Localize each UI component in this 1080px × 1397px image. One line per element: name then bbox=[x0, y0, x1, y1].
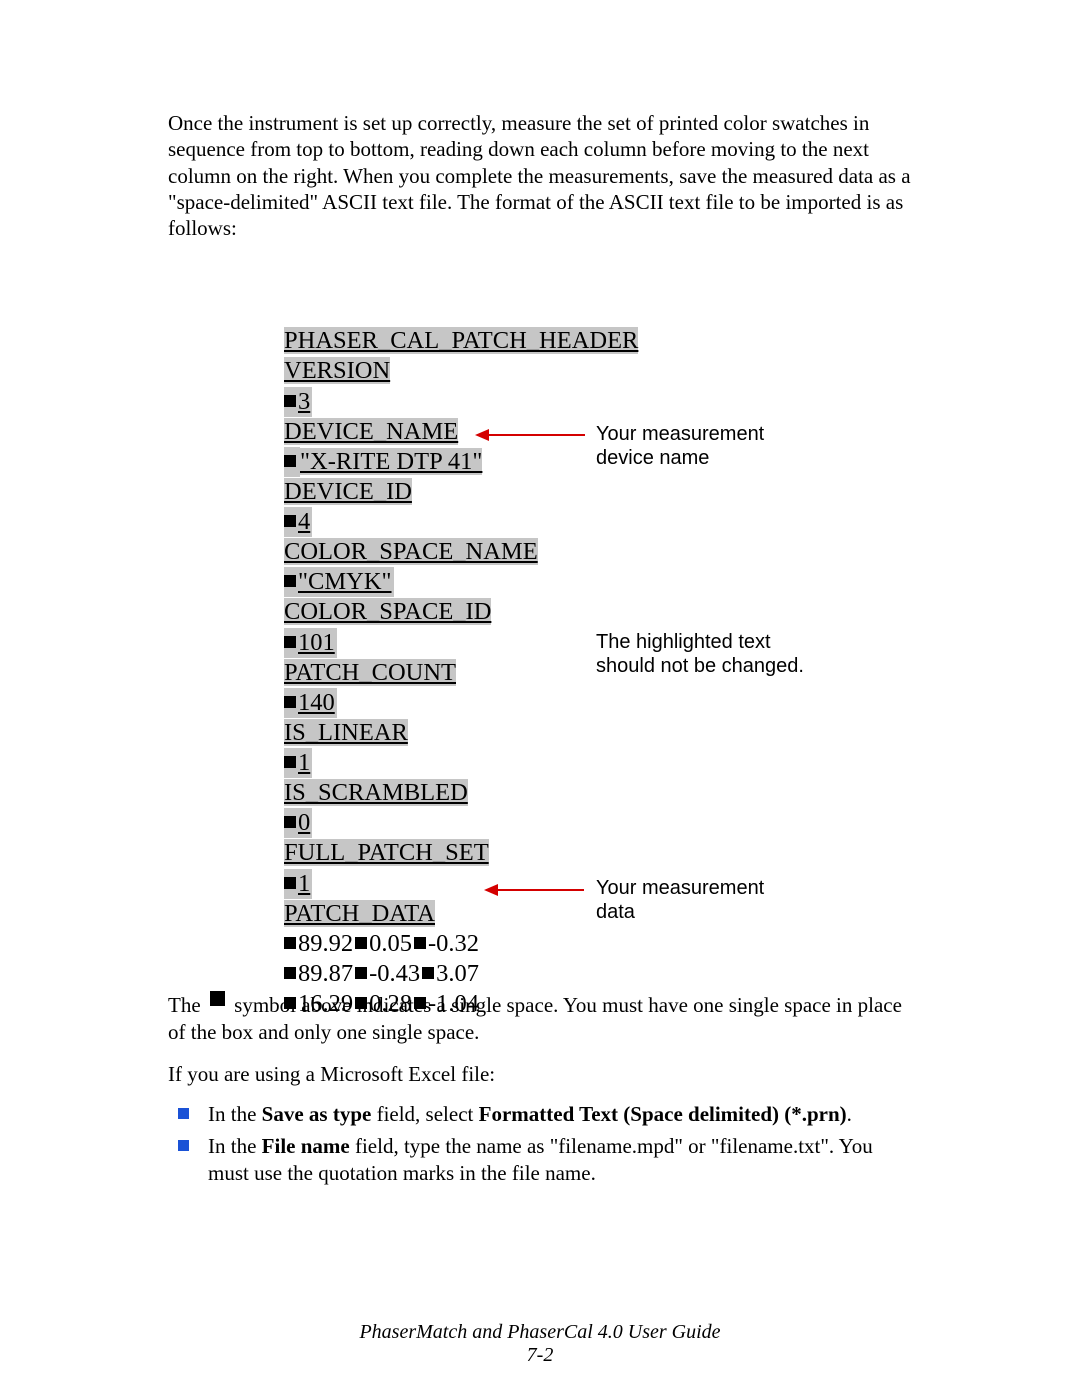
code-line: PATCH_DATA bbox=[284, 900, 435, 927]
arrow-icon bbox=[487, 434, 585, 436]
space-symbol-icon bbox=[284, 395, 296, 407]
space-symbol-icon bbox=[284, 816, 296, 828]
data-line: 89.920.05-0.32 bbox=[284, 929, 596, 959]
space-symbol-icon bbox=[284, 575, 296, 587]
space-symbol-icon bbox=[284, 515, 296, 527]
code-line: "CMYK" bbox=[298, 568, 392, 595]
data-line: 16.290.28-1.04 bbox=[284, 989, 596, 1019]
excel-intro: If you are using a Microsoft Excel file: bbox=[168, 1061, 912, 1087]
space-symbol-icon bbox=[284, 636, 296, 648]
list-item: In the File name field, type the name as… bbox=[200, 1133, 912, 1187]
code-line: 1 bbox=[298, 870, 310, 897]
space-symbol-icon bbox=[355, 937, 367, 949]
code-line: 4 bbox=[298, 508, 310, 535]
page-number: 7-2 bbox=[168, 1344, 912, 1367]
annotation-data: Your measurement data bbox=[596, 876, 806, 924]
code-line: PHASER_CAL_PATCH_HEADER bbox=[284, 327, 638, 354]
device-name-value: "X-RITE DTP 41" bbox=[300, 448, 482, 475]
space-symbol-icon bbox=[284, 696, 296, 708]
annotation-device-name: Your measurement device name bbox=[596, 422, 806, 470]
code-line: FULL_PATCH_SET bbox=[284, 839, 489, 866]
space-symbol-icon bbox=[355, 997, 367, 1009]
ascii-format-figure: PHASER_CAL_PATCH_HEADER VERSION 3 DEVICE… bbox=[262, 286, 818, 952]
code-line: VERSION bbox=[284, 357, 390, 384]
code-line: 101 bbox=[298, 629, 335, 656]
arrow-icon bbox=[496, 889, 584, 891]
code-line: COLOR_SPACE_ID bbox=[284, 598, 491, 625]
space-symbol-icon bbox=[284, 877, 296, 889]
code-line: 1 bbox=[298, 749, 310, 776]
space-symbol-icon bbox=[284, 967, 296, 979]
page-footer: PhaserMatch and PhaserCal 4.0 User Guide… bbox=[168, 1321, 912, 1397]
space-symbol-icon bbox=[414, 997, 426, 1009]
arrow-head-icon bbox=[484, 884, 498, 896]
bullet-list: In the Save as type field, select Format… bbox=[168, 1101, 912, 1192]
list-item: In the Save as type field, select Format… bbox=[200, 1101, 912, 1128]
space-symbol-icon bbox=[355, 967, 367, 979]
code-line: IS_LINEAR bbox=[284, 719, 408, 746]
code-line: IS_SCRAMBLED bbox=[284, 779, 468, 806]
intro-paragraph: Once the instrument is set up correctly,… bbox=[168, 110, 912, 241]
code-line: 0 bbox=[298, 809, 310, 836]
code-line: DEVICE_ID bbox=[284, 478, 412, 505]
space-symbol-icon bbox=[284, 455, 296, 467]
space-symbol-icon bbox=[284, 997, 296, 1009]
code-line: 3 bbox=[298, 388, 310, 415]
data-line: 89.87-0.433.07 bbox=[284, 959, 596, 989]
code-line: DEVICE_NAME bbox=[284, 418, 458, 445]
space-symbol-icon bbox=[284, 756, 296, 768]
code-line: COLOR_SPACE_NAME bbox=[284, 538, 538, 565]
space-symbol-icon bbox=[414, 937, 426, 949]
code-line: 140 bbox=[298, 689, 335, 716]
space-symbol-icon bbox=[422, 967, 434, 979]
space-symbol-icon bbox=[210, 991, 225, 1006]
code-block: PHASER_CAL_PATCH_HEADER VERSION 3 DEVICE… bbox=[284, 326, 596, 1019]
space-symbol-icon bbox=[284, 937, 296, 949]
code-line: PATCH_COUNT bbox=[284, 659, 456, 686]
annotation-highlighted: The highlighted text should not be chang… bbox=[596, 630, 806, 678]
footer-title: PhaserMatch and PhaserCal 4.0 User Guide bbox=[359, 1321, 720, 1343]
arrow-head-icon bbox=[475, 429, 489, 441]
